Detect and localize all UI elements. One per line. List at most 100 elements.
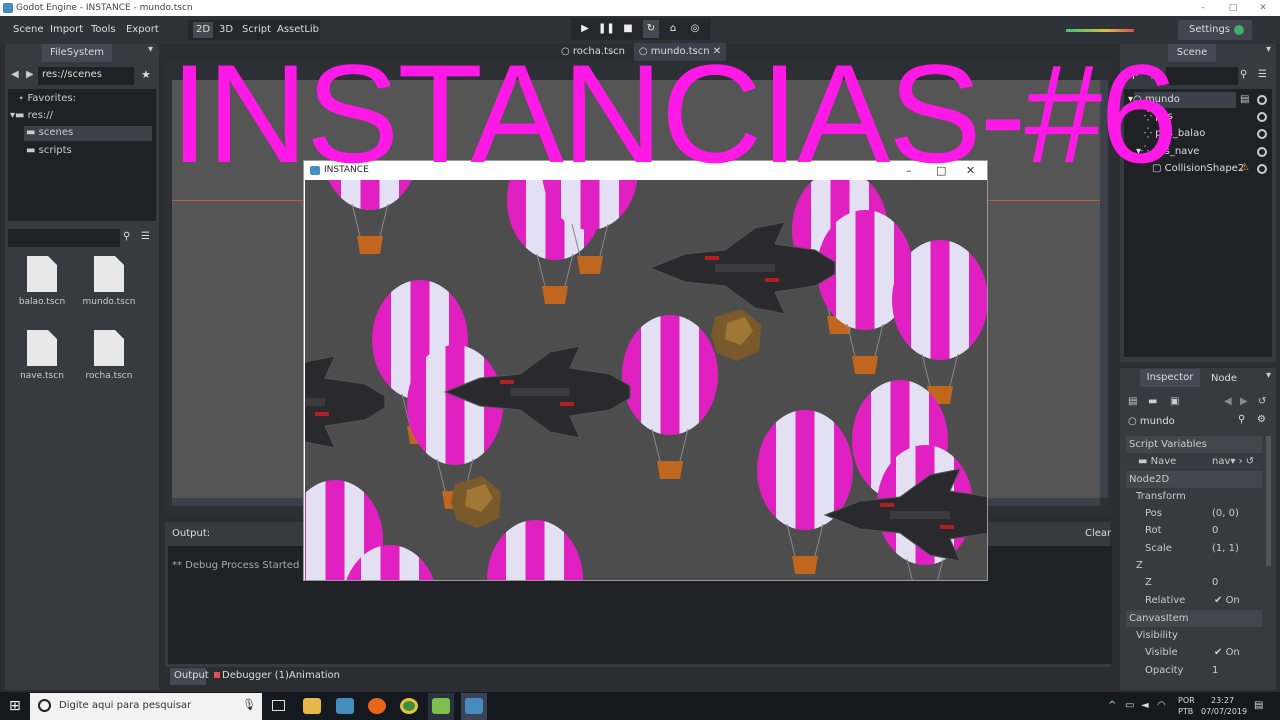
prop-nave-value[interactable]: nav▾ › ↺ [1212,453,1254,470]
tab-filesystem[interactable]: FileSystem [42,44,112,62]
inspector-settings-icon[interactable]: ⚙ [1257,414,1266,425]
clock-date[interactable]: 07/07/2019 [1201,707,1247,716]
visibility-eye-icon[interactable] [1257,95,1267,105]
history-forward-icon[interactable]: ▶ [1240,396,1248,407]
prop-relative-label: Relative [1145,595,1186,606]
prop-rot-value[interactable]: 0 [1212,522,1218,539]
lang-layout[interactable]: PTB [1178,707,1193,716]
node-filter-input[interactable] [1166,67,1238,85]
prop-relative-checkbox[interactable]: ✔ On [1214,592,1240,609]
inspector-scrollbar[interactable] [1266,436,1271,566]
bottom-tab-debugger[interactable]: Debugger (1) [214,670,289,681]
prop-visible-checkbox[interactable]: ✔ On [1214,644,1240,661]
godot-taskbar-icon[interactable] [336,698,354,714]
open-folder-icon[interactable]: ▬ [1148,396,1157,407]
inspector-search-icon[interactable]: ⚲ [1238,414,1245,425]
menu-import[interactable]: Import [50,22,83,38]
file-mundo[interactable]: mundo.tscn [79,256,139,307]
minimize-icon[interactable]: – [1188,0,1218,16]
game-window[interactable]: INSTANCE – □ ✕ [303,160,988,581]
prop-z-value[interactable]: 0 [1212,574,1218,591]
task-view-icon[interactable] [272,700,285,711]
tab-node[interactable]: Node [1204,370,1244,388]
favorite-star-icon[interactable]: ★ [141,68,151,81]
back-icon[interactable]: ◀ [11,69,19,80]
maximize-icon[interactable]: □ [1218,0,1248,16]
folder-scenes[interactable]: ▬ scenes [26,125,73,141]
inspector-menu-icon[interactable]: ▾ [1266,370,1271,381]
godot-game-taskbar-icon[interactable] [465,698,483,714]
godot-icon [3,3,13,13]
bottom-tab-animation[interactable]: Animation [289,670,340,681]
notepad-icon[interactable] [432,698,450,714]
prop-rot-label: Rot [1145,525,1162,536]
save-icon[interactable]: ▣ [1170,396,1179,407]
taskbar-search-placeholder: Digite aqui para pesquisar [59,700,192,711]
lang-code[interactable]: POR [1178,696,1195,705]
cortana-icon [38,699,51,712]
scene-options-icon[interactable]: ☰ [1258,69,1267,80]
new-resource-icon[interactable]: ▤ [1128,396,1137,407]
warning-icon[interactable]: ⚠ [1240,162,1249,173]
section-script-variables[interactable]: Script Variables [1126,436,1262,453]
dock-menu-icon[interactable]: ▾ [148,44,153,55]
script-icon[interactable]: ▤ [1240,94,1249,105]
file-explorer-icon[interactable] [303,698,321,714]
prop-nave: ▬ Nave [1138,456,1177,467]
file-nave[interactable]: nave.tscn [12,330,72,381]
folder-scripts[interactable]: ▬ scripts [26,143,72,159]
history-icon[interactable]: ↺ [1258,396,1266,407]
list-view-icon[interactable]: ☰ [141,231,150,242]
prop-opacity-value[interactable]: 1 [1212,662,1218,679]
prop-z-label: Z [1145,577,1152,588]
visibility-eye-icon[interactable] [1257,147,1267,157]
scene-file-icon [27,330,57,366]
section-canvasitem[interactable]: CanvasItem [1126,610,1262,627]
prop-scale-label: Scale [1145,543,1172,554]
rock-sprite [451,476,501,528]
output-log-line: ** Debug Process Started ** [172,560,313,571]
clock-time[interactable]: 23:27 [1211,696,1234,705]
wifi-icon[interactable]: ◠ [1157,700,1166,711]
section-node2d[interactable]: Node2D [1126,471,1262,488]
forward-icon[interactable]: ▶ [26,69,34,80]
network-icon[interactable]: ▭ [1125,700,1134,711]
settings-label: Settings [1189,24,1231,35]
filter-search-icon[interactable]: ⚲ [1240,69,1247,80]
menu-tools[interactable]: Tools [91,22,116,38]
group-z[interactable]: Z [1136,557,1143,574]
tab-inspector[interactable]: Inspector [1140,369,1200,387]
search-icon[interactable]: ⚲ [123,231,130,242]
group-transform[interactable]: Transform [1136,488,1186,505]
notification-icon[interactable]: ▤ [1254,700,1263,711]
file-search-input[interactable] [8,229,120,247]
visibility-eye-icon[interactable] [1257,112,1267,122]
volume-icon[interactable]: ◄ [1141,700,1149,711]
balloon-sprite [486,519,584,580]
prop-pos-value[interactable]: (0, 0) [1212,505,1239,522]
spaceship-sprite [305,355,386,449]
menu-scene[interactable]: Scene [13,22,44,38]
res-root[interactable]: ▾▬ res:// [10,108,53,124]
bottom-tab-output[interactable]: Output [174,670,209,681]
file-rocha[interactable]: rocha.tscn [79,330,139,381]
windows-start-icon[interactable]: ⊞ [9,698,21,714]
file-balao[interactable]: balao.tscn [12,256,72,307]
favorites-label: ⋆ Favorites: [18,93,76,104]
close-icon[interactable]: ✕ [1248,0,1278,16]
rock-sprite [711,309,761,361]
prop-scale-value[interactable]: (1, 1) [1212,540,1239,557]
menu-export[interactable]: Export [126,22,159,38]
history-back-icon[interactable]: ◀ [1224,396,1232,407]
firefox-icon[interactable] [368,698,386,714]
scene-dock-menu-icon[interactable]: ▾ [1266,44,1271,55]
clear-button[interactable]: Clear [1085,528,1111,539]
visibility-eye-icon[interactable] [1257,129,1267,139]
window-title: Godot Engine - INSTANCE - mundo.tscn [16,3,193,13]
window-titlebar: Godot Engine - INSTANCE - mundo.tscn – □… [0,0,1280,16]
visibility-eye-icon[interactable] [1257,164,1267,174]
tray-chevron-icon[interactable]: ^ [1108,700,1116,711]
chrome-icon[interactable] [400,698,418,714]
microphone-icon[interactable]: 🎙 [242,698,256,711]
group-visibility[interactable]: Visibility [1136,627,1178,644]
